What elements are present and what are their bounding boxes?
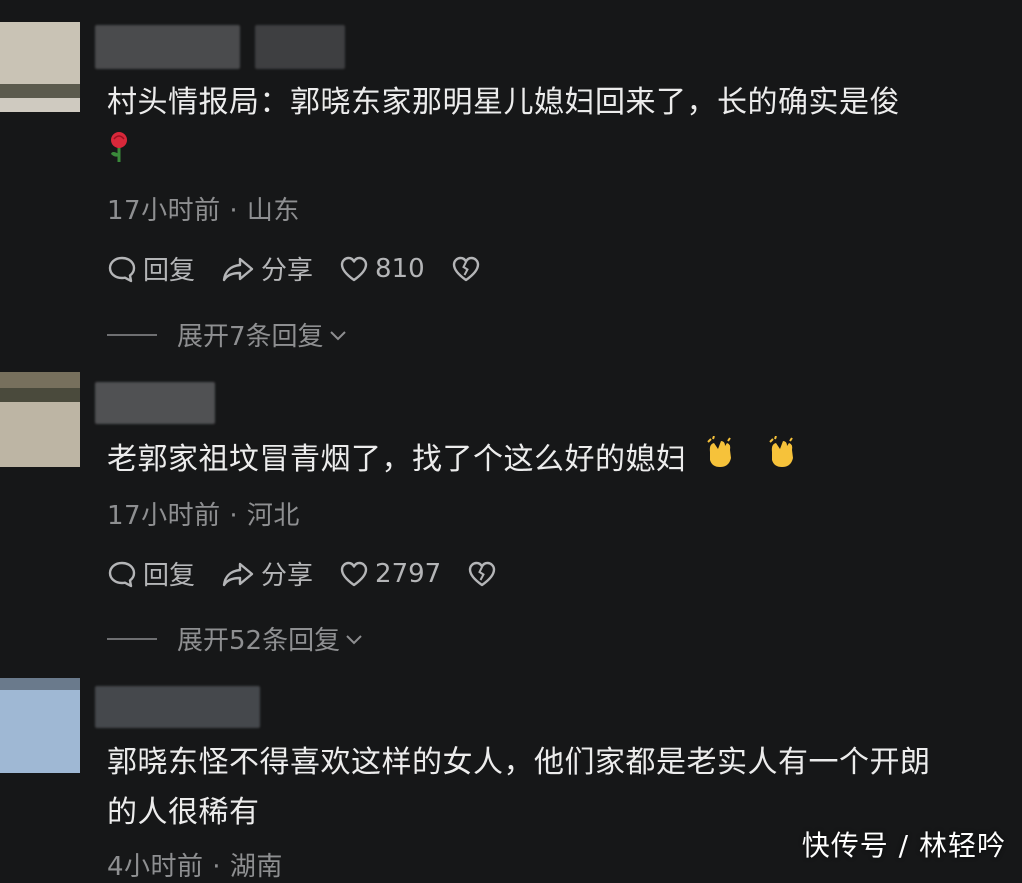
share-button[interactable]: 分享: [221, 555, 313, 592]
avatar[interactable]: [0, 678, 80, 773]
broken-heart-icon: [452, 256, 479, 281]
comment-meta: 4小时前 · 湖南: [107, 852, 283, 882]
avatar[interactable]: [0, 372, 80, 467]
reply-button[interactable]: 回复: [107, 555, 195, 592]
chevron-down-icon: [346, 634, 362, 644]
expand-label: 展开7条回复: [177, 322, 324, 352]
share-icon: [222, 562, 254, 586]
username-blurred[interactable]: [95, 382, 215, 424]
comment-meta: 17小时前 · 山东: [107, 196, 300, 226]
comment-text: 村头情报局：郭晓东家那明星儿媳妇回来了，长的确实是俊: [107, 85, 900, 120]
like-button[interactable]: 2797: [339, 559, 441, 589]
comment-text-line-1: 郭晓东怪不得喜欢这样的女人，他们家都是老实人有一个开朗: [107, 745, 931, 780]
reply-icon: [108, 561, 136, 587]
comment-text-line-2: 的人很稀有: [107, 795, 260, 830]
dislike-button[interactable]: [451, 254, 487, 284]
heart-icon: [340, 561, 368, 586]
expand-replies-button[interactable]: 展开7条回复: [107, 316, 348, 353]
comment-actions: 回复 分享 810: [107, 250, 513, 287]
share-button[interactable]: 分享: [221, 250, 313, 287]
comment-emoji-line: [107, 126, 131, 183]
comment-text: 老郭家祖坟冒青烟了，找了个这么好的媳妇: [107, 432, 799, 489]
chevron-down-icon: [329, 330, 346, 340]
username-blurred[interactable]: [95, 25, 240, 69]
clapping-hands-emoji: [703, 433, 737, 489]
expand-replies-button[interactable]: 展开52条回复: [107, 620, 364, 657]
broken-heart-icon: [469, 561, 496, 586]
watermark: 快传号 / 林轻吟: [801, 829, 1006, 862]
username-blurred[interactable]: [95, 686, 260, 728]
reply-icon: [108, 256, 136, 282]
like-count: 810: [375, 253, 425, 284]
like-button[interactable]: 810: [339, 254, 425, 284]
rose-emoji: [107, 127, 131, 183]
avatar[interactable]: [0, 22, 80, 112]
expand-label: 展开52条回复: [177, 626, 341, 656]
username-blurred-2: [255, 25, 345, 69]
heart-icon: [340, 256, 368, 281]
like-count: 2797: [375, 558, 442, 589]
comment-meta: 17小时前 · 河北: [107, 501, 300, 531]
dislike-button[interactable]: [467, 559, 503, 589]
comment-actions: 回复 分享 2797: [107, 555, 529, 592]
share-icon: [222, 257, 254, 281]
expand-divider: [107, 333, 157, 336]
expand-divider: [107, 637, 157, 640]
reply-button[interactable]: 回复: [107, 250, 195, 287]
clapping-hands-emoji-2: [765, 433, 799, 489]
